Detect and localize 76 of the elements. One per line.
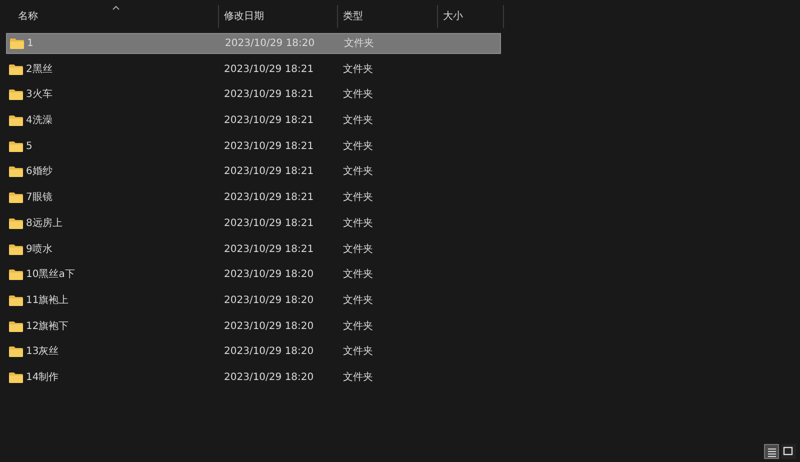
folder-icon	[9, 320, 23, 332]
file-row[interactable]: 3火车 2023/10/29 18:21 文件夹	[6, 84, 501, 106]
file-type: 文件夹	[343, 36, 375, 51]
file-row[interactable]: 5 2023/10/29 18:21 文件夹	[6, 136, 501, 157]
modified-date: 2023/10/29 18:21	[223, 62, 315, 77]
file-name: 5	[26, 140, 32, 154]
file-row[interactable]: 7眼镜 2023/10/29 18:21 文件夹	[6, 187, 501, 208]
file-name: 8远房上	[26, 216, 62, 231]
folder-icon	[9, 140, 23, 152]
file-row[interactable]: 4洗澡 2023/10/29 18:21 文件夹	[6, 110, 501, 132]
modified-date: 2023/10/29 18:20	[223, 320, 315, 334]
column-header[interactable]: 大小	[443, 12, 463, 22]
folder-icon	[9, 372, 23, 383]
folder-icon	[9, 89, 23, 100]
file-type: 文件夹	[342, 242, 374, 256]
file-name: 3火车	[26, 88, 52, 102]
column-header[interactable]: 名称	[18, 12, 38, 22]
folder-icon	[10, 38, 24, 49]
file-row[interactable]: 6婚纱 2023/10/29 18:21 文件夹	[6, 161, 501, 182]
file-type: 文件夹	[342, 216, 374, 231]
file-name: 4洗澡	[26, 114, 52, 128]
file-type: 文件夹	[342, 294, 374, 308]
file-row[interactable]: 8远房上 2023/10/29 18:21 文件夹	[6, 212, 501, 234]
file-type: 文件夹	[342, 140, 374, 154]
file-type: 文件夹	[342, 164, 374, 180]
file-name: 11旗袍上	[26, 294, 69, 308]
modified-date: 2023/10/29 18:20	[224, 37, 316, 51]
file-row[interactable]: 11旗袍上 2023/10/29 18:20 文件夹	[6, 290, 501, 311]
modified-date: 2023/10/29 18:20	[223, 345, 315, 360]
file-name: 13灰丝	[26, 344, 59, 360]
file-type: 文件夹	[342, 190, 374, 206]
file-name: 7眼镜	[26, 190, 52, 206]
file-row[interactable]: 13灰丝 2023/10/29 18:20 文件夹	[6, 341, 501, 362]
folder-icon	[9, 294, 23, 306]
modified-date: 2023/10/29 18:21	[223, 165, 315, 180]
file-name: 12旗袍下	[26, 320, 69, 334]
column-header[interactable]: 类型	[343, 12, 363, 22]
file-type: 文件夹	[342, 320, 374, 334]
file-type: 文件夹	[342, 344, 374, 360]
file-row[interactable]: 14制作 2023/10/29 18:20 文件夹	[6, 366, 501, 388]
modified-date: 2023/10/29 18:20	[223, 294, 315, 308]
folder-icon	[9, 218, 23, 229]
column-header[interactable]: 修改日期	[224, 12, 264, 22]
file-name: 9喷水	[26, 242, 52, 256]
folder-icon	[9, 115, 23, 126]
folder-icon	[9, 166, 23, 178]
modified-date: 2023/10/29 18:21	[223, 242, 315, 256]
file-name: 2黑丝	[26, 62, 52, 77]
folder-icon	[9, 346, 23, 358]
file-name: 1	[27, 37, 34, 51]
folder-icon	[9, 192, 23, 204]
modified-date: 2023/10/29 18:20	[223, 268, 315, 282]
file-type: 文件夹	[342, 268, 374, 282]
file-type: 文件夹	[342, 114, 374, 128]
folder-icon	[9, 269, 23, 280]
square-icon	[781, 444, 795, 458]
modified-date: 2023/10/29 18:21	[223, 191, 315, 206]
file-type: 文件夹	[342, 88, 374, 102]
file-name: 14制作	[26, 370, 59, 385]
modified-date: 2023/10/29 18:21	[223, 140, 315, 154]
file-row[interactable]: 12旗袍下 2023/10/29 18:20 文件夹	[6, 316, 501, 337]
modified-date: 2023/10/29 18:20	[223, 370, 315, 385]
modified-date: 2023/10/29 18:21	[223, 88, 315, 102]
file-row[interactable]: 10黑丝a下 2023/10/29 18:20 文件夹	[6, 264, 501, 286]
file-type: 文件夹	[342, 370, 374, 385]
modified-date: 2023/10/29 18:21	[223, 216, 315, 231]
tiles-view-button[interactable]	[781, 444, 796, 459]
file-name: 10黑丝a下	[26, 268, 75, 282]
folder-icon	[9, 244, 23, 254]
folder-icon	[9, 64, 23, 75]
modified-date: 2023/10/29 18:21	[223, 114, 315, 128]
file-row[interactable]: 2黑丝 2023/10/29 18:21 文件夹	[6, 58, 501, 80]
file-name: 6婚纱	[26, 164, 52, 180]
file-type: 文件夹	[342, 62, 374, 77]
file-row[interactable]: 9喷水 2023/10/29 18:21 文件夹	[6, 238, 501, 260]
details-view-button[interactable]	[764, 444, 779, 459]
